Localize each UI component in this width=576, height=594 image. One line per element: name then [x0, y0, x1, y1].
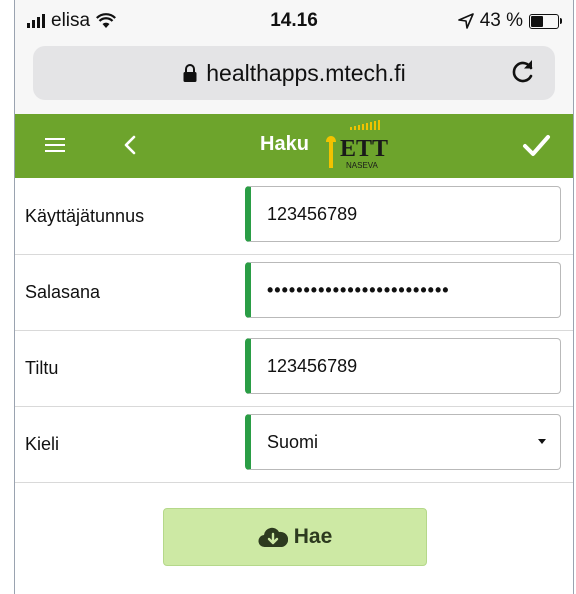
location-arrow-icon: [457, 13, 474, 29]
logo-text: ETT: [340, 136, 388, 162]
username-label: Käyttäjätunnus: [25, 206, 145, 226]
password-row: Salasana •••••••••••••••••••••••••: [15, 254, 573, 331]
battery-percent: 43 %: [479, 10, 523, 31]
back-icon[interactable]: [117, 131, 143, 159]
battery-icon: [529, 13, 562, 29]
password-input[interactable]: •••••••••••••••••••••••••: [245, 262, 561, 318]
password-label: Salasana: [25, 282, 101, 302]
check-icon[interactable]: [521, 130, 551, 160]
language-row: Kieli Suomi: [15, 406, 573, 483]
logo-subtext: NASEVA: [346, 161, 379, 170]
reload-icon[interactable]: [509, 56, 537, 86]
page-title: Haku: [260, 133, 309, 155]
chevron-down-icon: [538, 439, 546, 444]
language-select[interactable]: Suomi: [245, 414, 561, 470]
ett-logo: ETT NASEVA: [326, 120, 388, 170]
search-button[interactable]: Hae: [163, 508, 427, 566]
username-input[interactable]: 123456789: [245, 186, 561, 242]
status-bar: elisa 14.16 43 %: [15, 0, 573, 40]
tiltu-input[interactable]: 123456789: [245, 338, 561, 394]
language-selected-value: Suomi: [267, 432, 319, 452]
address-text-wrap: healthapps.mtech.fi: [33, 60, 555, 87]
status-right: 43 %: [457, 10, 562, 32]
address-bar[interactable]: healthapps.mtech.fi: [33, 46, 555, 100]
language-label: Kieli: [25, 434, 60, 454]
app-frame: elisa 14.16 43 % healthapps.mtech.fi Hak…: [14, 0, 574, 594]
cloud-download-icon: [258, 527, 288, 548]
address-url: healthapps.mtech.fi: [206, 60, 406, 86]
lock-icon: [183, 64, 197, 82]
battery-fill: [531, 15, 544, 27]
menu-icon[interactable]: [43, 132, 69, 158]
browser-chrome: healthapps.mtech.fi: [15, 40, 573, 114]
tiltu-row: Tiltu 123456789: [15, 330, 573, 407]
username-row: Käyttäjätunnus 123456789: [15, 178, 573, 255]
app-header: Haku ETT NASEVA: [15, 114, 573, 178]
tiltu-label: Tiltu: [25, 358, 59, 378]
search-button-label: Hae: [293, 525, 333, 548]
